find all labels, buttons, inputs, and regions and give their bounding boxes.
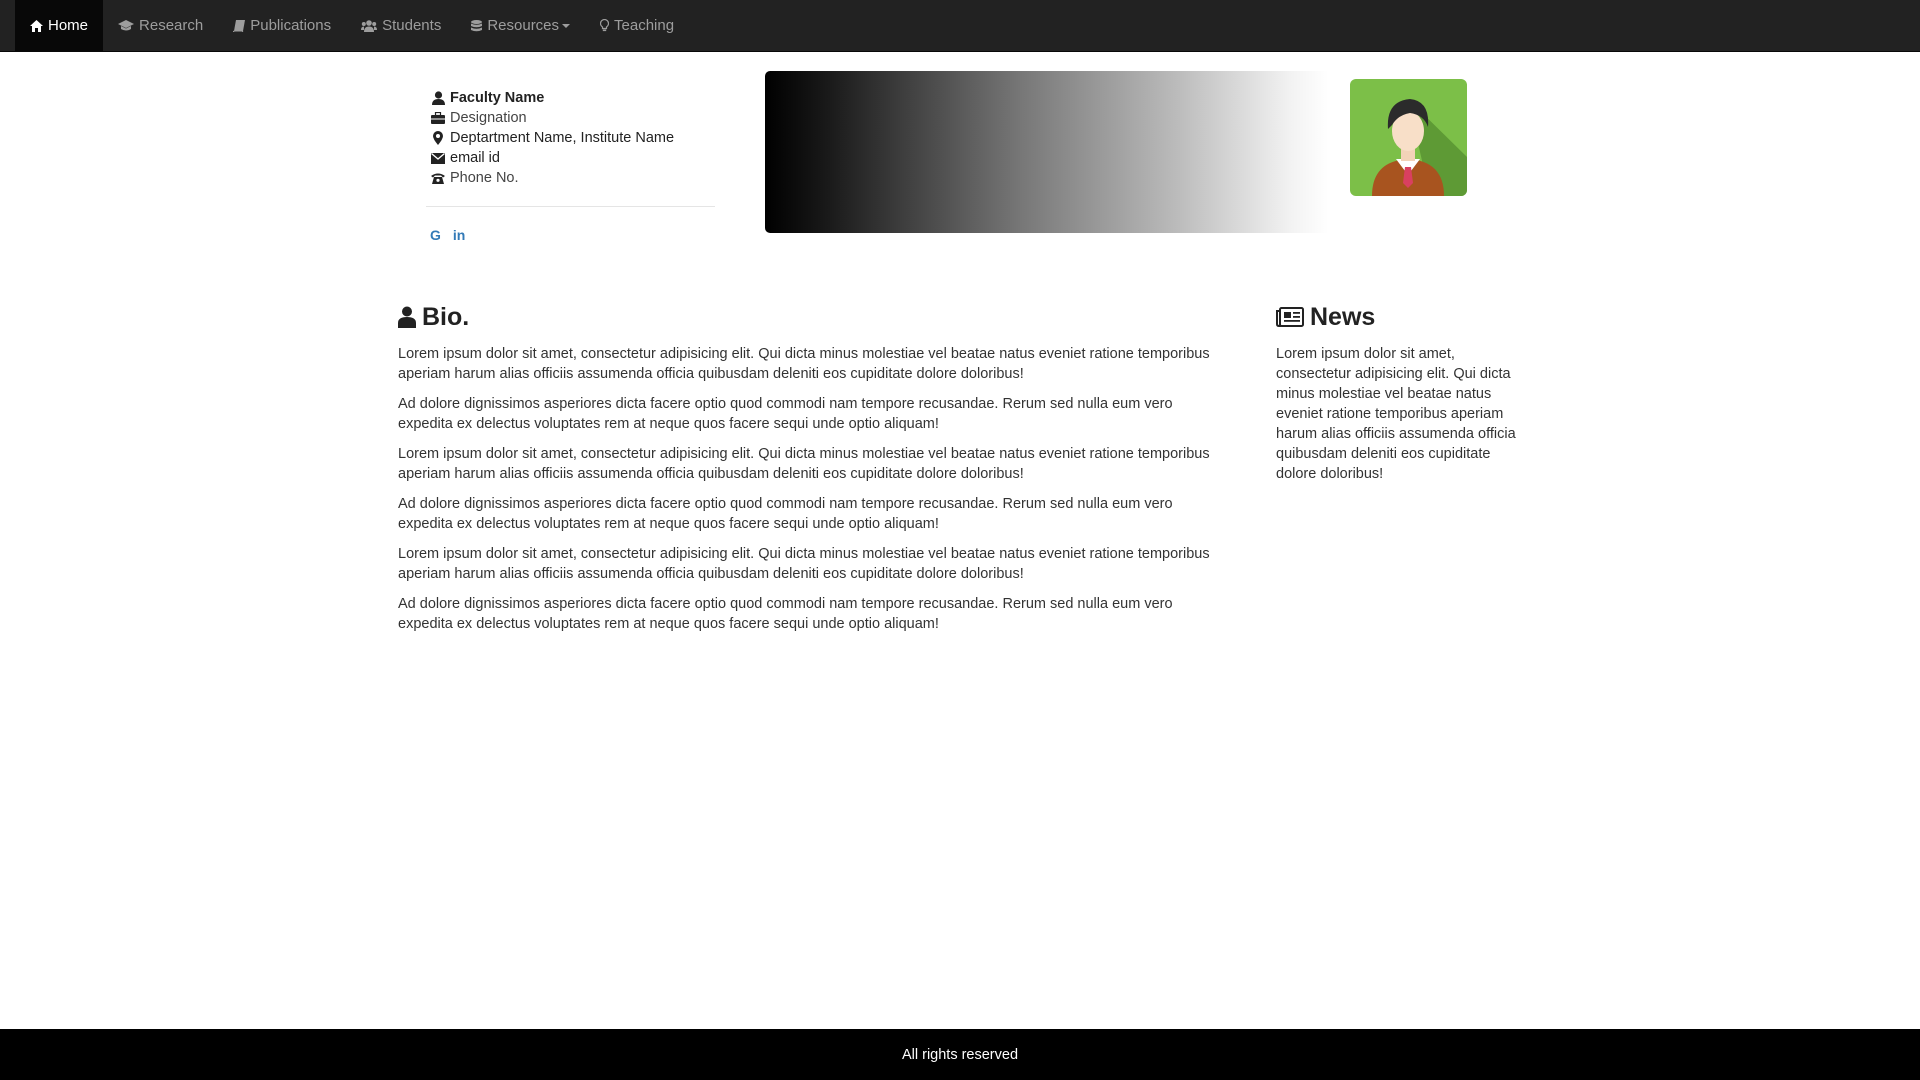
graduation-cap-icon — [118, 19, 135, 32]
map-marker-icon — [430, 131, 446, 145]
profile-designation-row: Designation — [430, 108, 715, 128]
users-icon — [361, 19, 378, 32]
bio-paragraph: Ad dolore dignissimos asperiores dicta f… — [398, 496, 1173, 532]
nav-label-resources: Resources — [487, 17, 560, 34]
email: email id — [450, 150, 500, 166]
news-heading: News — [1276, 300, 1521, 334]
lightbulb-icon — [600, 19, 610, 32]
bio-paragraph: Lorem ipsum dolor sit amet, consectetur … — [398, 446, 1210, 482]
profile-department-row: Deptartment Name, Institute Name — [430, 128, 715, 148]
nav-item-teaching[interactable]: Teaching — [585, 0, 689, 51]
phone-number: Phone No. — [450, 170, 519, 186]
chevron-down-icon — [562, 23, 571, 28]
nav-label-publications: Publications — [250, 17, 332, 34]
news-section: News Lorem ipsum dolor sit amet, consect… — [1276, 300, 1521, 494]
news-text: Lorem ipsum dolor sit amet, consectetur … — [1276, 346, 1516, 482]
top-navbar: Home Research Publications Students Reso… — [0, 0, 1920, 52]
nav-menu: Home Research Publications Students Reso… — [15, 0, 689, 51]
nav-item-publications[interactable]: Publications — [218, 0, 346, 51]
profile-name-row: Faculty Name — [430, 88, 715, 108]
nav-item-research[interactable]: Research — [103, 0, 218, 51]
nav-item-students[interactable]: Students — [346, 0, 456, 51]
news-title: News — [1310, 302, 1376, 331]
profile-card: Faculty Name Designation Deptartment Nam… — [426, 88, 715, 243]
bio-title: Bio. — [422, 302, 470, 331]
profile-email-row: email id — [430, 148, 715, 168]
nav-label-research: Research — [139, 17, 204, 34]
social-links: G in — [430, 227, 715, 243]
bio-section: Bio. Lorem ipsum dolor sit amet, consect… — [398, 300, 1226, 644]
bio-paragraph: Lorem ipsum dolor sit amet, consectetur … — [398, 546, 1210, 582]
nav-label-home: Home — [48, 17, 89, 34]
header-banner — [765, 71, 1405, 233]
envelope-icon — [430, 152, 446, 164]
user-icon — [430, 91, 446, 105]
newspaper-icon — [1276, 307, 1304, 327]
footer-text: All rights reserved — [901, 1046, 1019, 1063]
nav-label-teaching: Teaching — [614, 17, 675, 34]
home-icon — [30, 19, 43, 32]
phone-icon — [430, 172, 446, 184]
profile-avatar — [1350, 79, 1467, 196]
bio-paragraph: Lorem ipsum dolor sit amet, consectetur … — [398, 346, 1210, 382]
google-scholar-link[interactable]: G — [430, 227, 441, 243]
book-icon — [233, 19, 246, 32]
profile-divider — [426, 206, 715, 207]
designation: Designation — [450, 110, 527, 126]
department-institute: Deptartment Name, Institute Name — [450, 130, 675, 146]
user-icon — [398, 306, 416, 328]
bio-paragraph: Ad dolore dignissimos asperiores dicta f… — [398, 596, 1173, 632]
bio-heading: Bio. — [398, 300, 1226, 334]
nav-item-resources[interactable]: Resources — [456, 0, 585, 51]
briefcase-icon — [430, 112, 446, 124]
bio-paragraph: Ad dolore dignissimos asperiores dicta f… — [398, 396, 1173, 432]
faculty-name: Faculty Name — [450, 90, 545, 106]
profile-phone-row: Phone No. — [430, 168, 715, 188]
nav-item-home[interactable]: Home — [15, 0, 104, 51]
footer: All rights reserved — [0, 1029, 1920, 1080]
database-icon — [471, 19, 483, 32]
linkedin-link[interactable]: in — [453, 227, 465, 243]
nav-label-students: Students — [382, 17, 442, 34]
avatar-illustration — [1372, 99, 1467, 196]
